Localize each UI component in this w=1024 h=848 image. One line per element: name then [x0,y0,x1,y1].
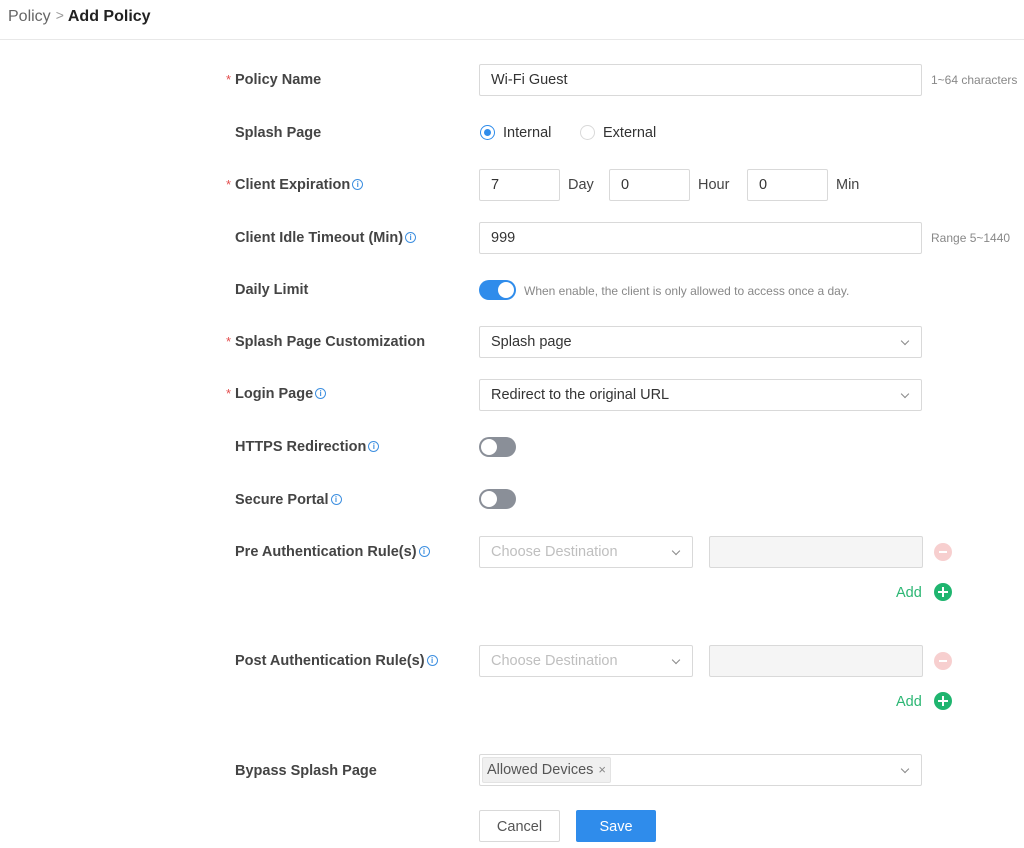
chevron-down-icon [671,655,681,665]
tag-label: Allowed Devices [487,762,594,778]
policy-name-value: Wi-Fi Guest [491,72,568,88]
https-redirection-toggle[interactable] [479,437,516,457]
post-auth-add-label[interactable]: Add [896,693,922,711]
breadcrumb-separator-icon: > [55,7,64,23]
toggle-knob [481,439,497,455]
info-icon[interactable]: i [330,493,342,505]
splash-customization-value: Splash page [491,334,572,350]
toggle-knob [498,282,514,298]
pre-auth-rules-label: Pre Authentication Rule(s) i [235,543,430,561]
pre-auth-value-input[interactable] [709,536,923,568]
breadcrumb-policy-link[interactable]: Policy [8,8,51,25]
bypass-splash-label: Bypass Splash Page [235,763,377,779]
splash-customization-label: Splash Page Customization [235,334,426,350]
chevron-down-icon [900,336,910,346]
info-icon[interactable]: i [352,178,364,190]
info-icon[interactable]: i [405,231,417,243]
policy-name-label-text: Policy Name [235,72,322,88]
secure-portal-toggle[interactable] [479,489,516,509]
login-page-label-text: Login Page [235,386,314,402]
pre-auth-rules-label-text: Pre Authentication Rule(s) [235,544,417,560]
radio-external-label[interactable]: External [603,124,656,142]
daily-limit-toggle[interactable] [479,280,516,300]
cancel-button[interactable]: Cancel [479,810,560,842]
post-auth-add-icon[interactable] [934,692,952,710]
secure-portal-label: Secure Portal i [235,491,342,509]
required-marker: * [226,177,232,192]
pre-auth-add-icon[interactable] [934,583,952,601]
post-auth-rules-label-text: Post Authentication Rule(s) [235,653,425,669]
idle-timeout-label: Client Idle Timeout (Min) i [235,229,417,247]
close-icon[interactable]: × [598,762,606,777]
expiration-min-value: 0 [759,177,768,193]
policy-name-hint: 1~64 characters [931,73,1018,87]
pre-auth-destination-select[interactable]: Choose Destination [479,536,693,568]
info-icon[interactable]: i [368,440,380,452]
pre-auth-destination-placeholder: Choose Destination [491,544,618,560]
splash-customization-select[interactable]: Splash page [479,326,922,358]
splash-page-label: Splash Page [235,125,322,141]
required-marker: * [226,386,232,401]
info-icon[interactable]: i [426,654,438,666]
policy-name-input[interactable]: Wi-Fi Guest [479,64,922,96]
toggle-knob [481,491,497,507]
https-redirection-label-text: HTTPS Redirection [235,439,367,455]
client-expiration-label-text: Client Expiration [235,177,351,193]
save-button[interactable]: Save [576,810,656,842]
info-icon[interactable]: i [418,545,430,557]
post-auth-destination-placeholder: Choose Destination [491,653,618,669]
idle-timeout-input[interactable]: 999 [479,222,922,254]
expiration-hour-input[interactable]: 0 [609,169,690,201]
idle-timeout-hint: Range 5~1440 [931,231,1011,245]
radio-internal-label[interactable]: Internal [503,124,551,142]
chevron-down-icon [900,764,910,774]
required-marker: * [226,334,232,349]
secure-portal-label-text: Secure Portal [235,492,329,508]
idle-timeout-value: 999 [491,230,516,246]
min-unit: Min [836,177,860,193]
breadcrumb-current: Add Policy [67,8,151,25]
radio-external[interactable] [580,125,595,140]
allowed-devices-tag: Allowed Devices × [482,757,611,783]
expiration-day-value: 7 [491,177,500,193]
login-page-label: Login Page i [235,385,327,403]
login-page-value: Redirect to the original URL [491,387,670,403]
post-auth-rules-label: Post Authentication Rule(s) i [235,652,438,670]
expiration-day-input[interactable]: 7 [479,169,560,201]
radio-internal[interactable] [480,125,495,140]
idle-timeout-label-text: Client Idle Timeout (Min) [235,230,404,246]
post-auth-remove-icon[interactable] [934,652,952,670]
hour-unit: Hour [698,177,730,193]
required-marker: * [226,72,232,87]
info-icon[interactable]: i [315,387,327,399]
client-expiration-label: Client Expiration i [235,176,364,194]
login-page-select[interactable]: Redirect to the original URL [479,379,922,411]
day-unit: Day [568,177,594,193]
policy-name-label: Policy Name [235,71,321,89]
daily-limit-label: Daily Limit [235,282,309,298]
daily-limit-hint: When enable, the client is only allowed … [524,284,850,298]
post-auth-value-input[interactable] [709,645,923,677]
post-auth-destination-select[interactable]: Choose Destination [479,645,693,677]
chevron-down-icon [900,389,910,399]
expiration-min-input[interactable]: 0 [747,169,828,201]
page-header: Policy > Add Policy [0,0,1024,40]
bypass-splash-select[interactable]: Allowed Devices × [479,754,922,786]
expiration-hour-value: 0 [621,177,630,193]
https-redirection-label: HTTPS Redirection i [235,438,380,456]
chevron-down-icon [671,546,681,556]
pre-auth-add-label[interactable]: Add [896,584,922,602]
breadcrumb: Policy > Add Policy [8,6,151,27]
pre-auth-remove-icon[interactable] [934,543,952,561]
